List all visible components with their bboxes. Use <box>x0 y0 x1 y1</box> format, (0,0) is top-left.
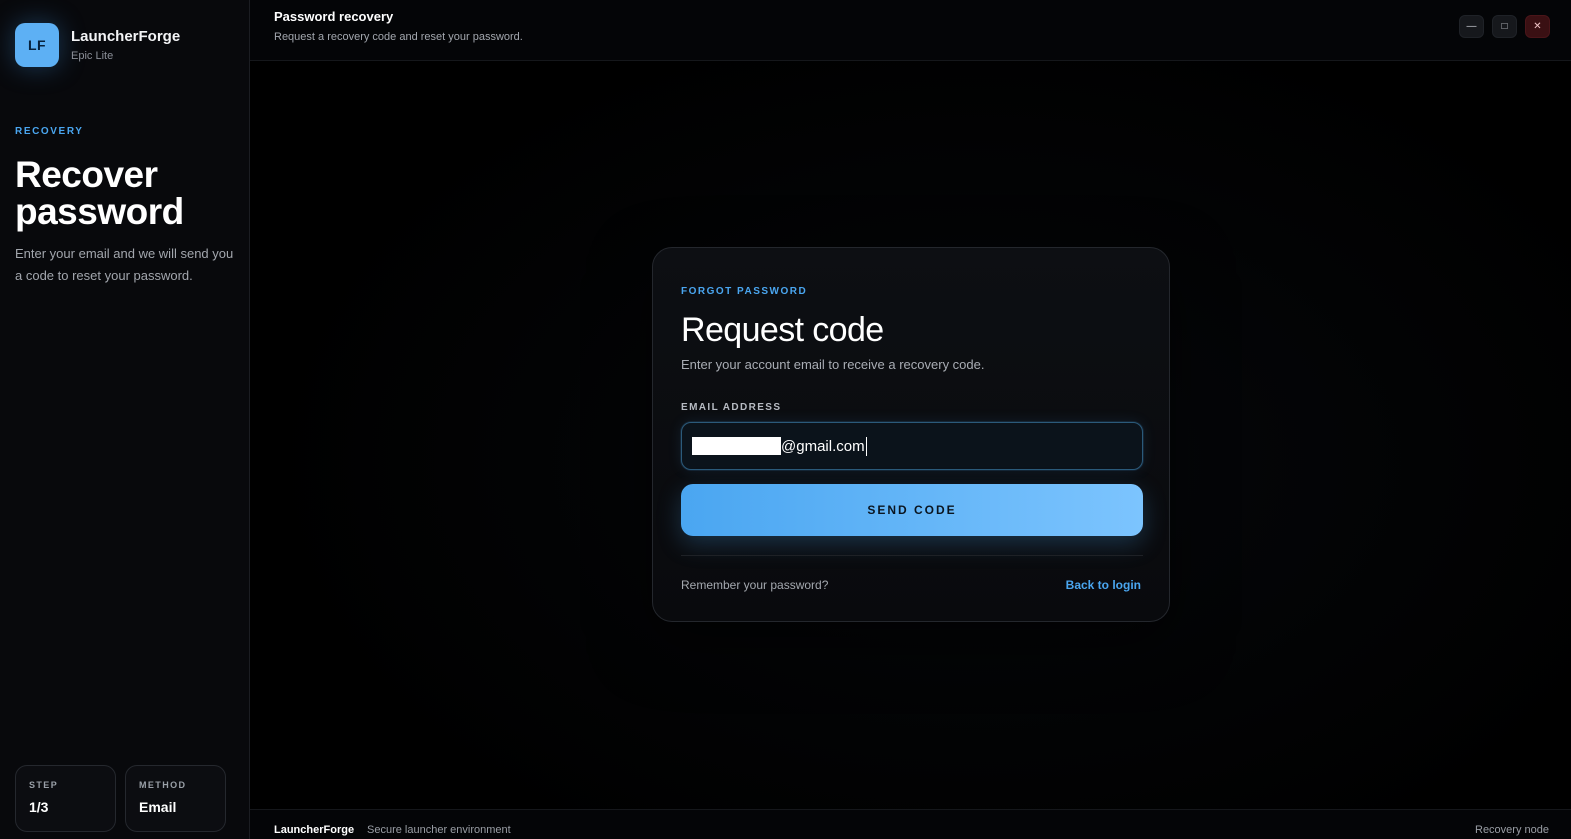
brand-name: LauncherForge <box>71 27 181 45</box>
email-label: EMAIL ADDRESS <box>681 402 782 413</box>
step-stat-card: STEP 1/3 <box>15 765 116 832</box>
maximize-icon: □ <box>1501 21 1508 32</box>
main-area: Password recovery Request a recovery cod… <box>250 0 1571 839</box>
sidebar-eyebrow: RECOVERY <box>15 126 84 137</box>
minimize-button[interactable]: — <box>1459 15 1484 38</box>
brand-subtitle: Epic Lite <box>71 49 114 62</box>
card-eyebrow: FORGOT PASSWORD <box>681 286 808 297</box>
close-button[interactable]: ✕ <box>1525 15 1550 38</box>
back-to-login-link[interactable]: Back to login <box>1066 578 1141 592</box>
sidebar-description: Enter your email and we will send you a … <box>15 246 234 283</box>
footer-brand: LauncherForge <box>274 824 355 836</box>
redacted-email-prefix <box>692 437 781 455</box>
footer-description: Secure launcher environment <box>367 824 511 836</box>
topbar: Password recovery Request a recovery cod… <box>250 0 1571 61</box>
divider <box>681 555 1143 556</box>
card-description: Enter your account email to receive a re… <box>681 357 985 372</box>
brand-text: LauncherForge Epic Lite <box>71 28 180 63</box>
method-label: METHOD <box>139 780 187 790</box>
footer: LauncherForge Secure launcher environmen… <box>250 809 1571 839</box>
maximize-button[interactable]: □ <box>1492 15 1517 38</box>
method-value: Email <box>139 799 177 815</box>
app-window: LF LauncherForge Epic Lite RECOVERY Reco… <box>0 0 1571 839</box>
footer-status: Recovery node <box>1475 824 1549 836</box>
brand-logo: LF <box>15 23 59 67</box>
minimize-icon: — <box>1466 21 1477 32</box>
send-code-button[interactable]: SEND CODE <box>681 484 1143 536</box>
window-controls: — □ ✕ <box>1459 15 1550 38</box>
brand: LF LauncherForge Epic Lite <box>15 23 180 67</box>
step-label: STEP <box>29 780 59 790</box>
sidebar-title: Recover password <box>15 154 184 232</box>
close-icon: ✕ <box>1533 21 1542 32</box>
recovery-card: FORGOT PASSWORD Request code Enter your … <box>652 247 1170 622</box>
remember-password-text: Remember your password? <box>681 578 829 592</box>
method-stat-card: METHOD Email <box>125 765 226 832</box>
page-title: Password recovery <box>274 9 394 24</box>
text-caret <box>865 436 867 456</box>
card-title: Request code <box>681 311 884 349</box>
step-value: 1/3 <box>29 799 49 815</box>
sidebar: LF LauncherForge Epic Lite RECOVERY Reco… <box>0 0 250 839</box>
email-field[interactable]: @gmail.com <box>681 422 1143 470</box>
email-value: @gmail.com <box>781 437 865 455</box>
page-subtitle: Request a recovery code and reset your p… <box>274 31 523 43</box>
